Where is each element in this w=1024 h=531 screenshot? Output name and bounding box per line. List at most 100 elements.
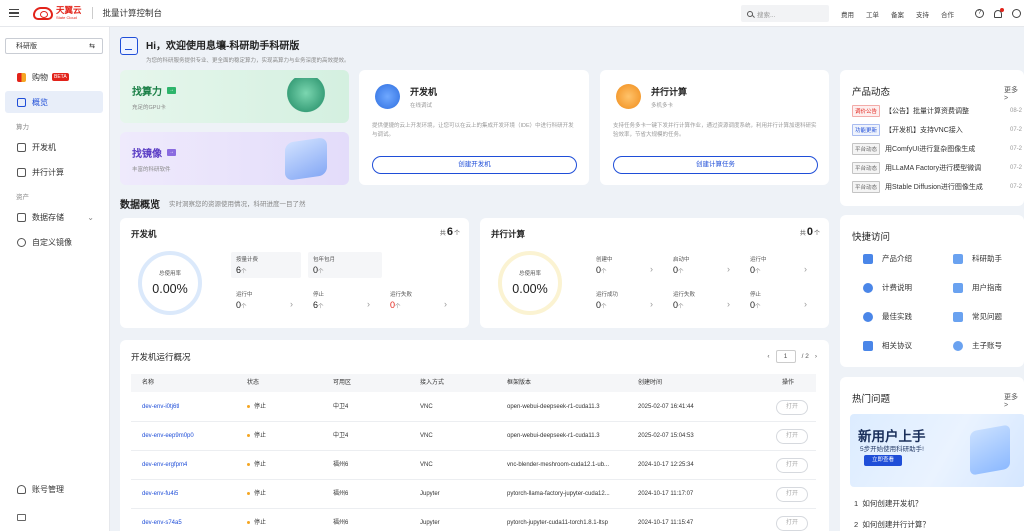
banner-title: 新用户上手	[858, 429, 926, 444]
collapse-sidebar-icon[interactable]	[17, 514, 26, 521]
open-button[interactable]: 打开	[776, 400, 808, 415]
stat-creating[interactable]: 创建中 0个 ›	[591, 252, 661, 278]
sidebar-item-shop[interactable]: 购物 BETA	[5, 66, 103, 88]
sidebar-item-parallel[interactable]: 并行计算	[5, 161, 103, 183]
next-page-icon[interactable]: ›	[815, 353, 817, 360]
page-input[interactable]: 1	[775, 350, 796, 363]
top-nav-filing[interactable]: 备案	[891, 9, 904, 19]
help-icon[interactable]: ?	[975, 9, 984, 18]
menu-icon[interactable]	[9, 9, 19, 17]
faq-item[interactable]: 2 如何创建并行计算？	[854, 519, 930, 530]
billing-icon	[863, 282, 873, 293]
access-cell: VNC	[420, 433, 433, 439]
framework-cell: pytorch-llama-factory-jupyter-cuda12...	[507, 491, 610, 497]
region-select[interactable]: 科研版 ⇆	[5, 38, 103, 54]
create-task-button[interactable]: 创建计算任务	[613, 156, 818, 174]
news-item[interactable]: 调价公告 【公告】批量计算资费调整 08-2	[852, 104, 1024, 118]
news-item[interactable]: 平台动态 用ComfyUI进行复杂图像生成 07-2	[852, 142, 1024, 156]
sidebar-item-label: 购物	[32, 72, 48, 82]
doc-icon	[863, 253, 873, 264]
prev-page-icon[interactable]: ‹	[767, 353, 769, 360]
chevron-right-icon: ›	[367, 299, 370, 309]
logo[interactable]: 天翼云 State Cloud	[33, 6, 82, 20]
welcome-subtitle: 为您的科研服务提供专业、更全面的稳定算力，实现高算力与业务深度的高效提效。	[146, 58, 350, 64]
status-cell: 停止	[247, 480, 266, 509]
top-nav-fees[interactable]: 费用	[841, 9, 854, 19]
dev-name-link[interactable]: dev-env-i0tj6tl	[142, 393, 179, 422]
table-row: dev-env-fu4i5 停止 福州6 Jupyter pytorch-lla…	[131, 480, 816, 509]
open-button[interactable]: 打开	[776, 458, 808, 473]
stat-running[interactable]: 运行中 0个 ›	[231, 287, 301, 313]
news-item[interactable]: 平台动态 用LLaMA Factory进行模型微调 07-2	[852, 161, 1024, 175]
parallel-stats-card: 并行计算 共0个 总使用率 0.00% 创建中 0个 › 启动中 0个 › 运行…	[480, 218, 829, 328]
news-item[interactable]: 平台动态 用Stable Diffusion进行图像生成 07-2	[852, 180, 1024, 194]
news-date: 07-2	[1010, 184, 1023, 190]
create-dev-button[interactable]: 创建开发机	[372, 156, 577, 174]
quick-link-billing[interactable]: 计费说明	[863, 282, 912, 293]
quick-link-intro[interactable]: 产品介绍	[863, 253, 912, 264]
news-tag: 平台动态	[852, 143, 881, 155]
faq-item[interactable]: 1 如何创建开发机？	[854, 498, 922, 509]
faq-more-link[interactable]: 更多 >	[1004, 392, 1024, 409]
promo-title: 找镜像	[132, 149, 162, 160]
access-cell: Jupyter	[420, 491, 440, 497]
stat-running[interactable]: 运行中 0个 ›	[745, 252, 815, 278]
onboarding-banner[interactable]: 新用户上手 5步开始使用科研助手! 立即查看	[850, 414, 1024, 487]
bell-icon[interactable]	[994, 7, 1004, 18]
sidebar-item-devmachine[interactable]: 开发机	[5, 136, 103, 158]
account-icon	[17, 484, 26, 494]
ring-label: 总使用率	[518, 271, 541, 277]
sidebar-item-label: 自定义镜像	[32, 237, 72, 247]
col-status: 状态	[247, 380, 260, 386]
zone-cell: 福州6	[333, 520, 349, 526]
card-title: 并行计算	[491, 229, 526, 239]
dev-name-link[interactable]: dev-env-eep9m0p0	[142, 422, 194, 451]
stat-stopped[interactable]: 停止 0个 ›	[745, 287, 815, 313]
open-button[interactable]: 打开	[776, 429, 808, 444]
sidebar-item-storage[interactable]: 数据存储 ⌄	[5, 206, 103, 228]
promo-find-compute[interactable]: 找算力 → 充足的GPU卡	[120, 70, 349, 123]
quick-link-agreement[interactable]: 相关协议	[863, 340, 912, 351]
parallel-icon	[17, 167, 26, 177]
top-nav-partner[interactable]: 合作	[941, 9, 954, 19]
chevron-right-icon: ›	[444, 299, 447, 309]
stat-succeeded[interactable]: 运行成功 0个 ›	[591, 287, 661, 313]
banner-view-button[interactable]: 立即查看	[864, 455, 902, 466]
chevron-right-icon: ›	[727, 264, 730, 274]
open-button[interactable]: 打开	[776, 516, 808, 531]
stat-starting[interactable]: 启动中 0个 ›	[668, 252, 738, 278]
sidebar-item-account[interactable]: 账号管理	[5, 478, 103, 500]
overview-title: 数据概览	[120, 200, 160, 211]
stat-failed[interactable]: 运行失败 0个 ›	[385, 287, 455, 313]
promo-find-image[interactable]: 找镜像 → 丰富的科研软件	[120, 132, 349, 185]
access-cell: VNC	[420, 404, 433, 410]
quick-link-faq[interactable]: 常见问题	[953, 311, 1002, 322]
news-item[interactable]: 功能更新 【开发机】支持VNC接入 07-2	[852, 123, 1024, 137]
access-cell: Jupyter	[420, 520, 440, 526]
top-nav-support[interactable]: 支持	[916, 9, 929, 19]
news-more-link[interactable]: 更多 >	[1004, 85, 1024, 102]
quick-link-subaccount[interactable]: 主子账号	[953, 340, 1002, 351]
top-nav-tickets[interactable]: 工单	[866, 9, 879, 19]
created-cell: 2025-02-07 16:41:44	[638, 404, 694, 410]
status-cell: 停止	[247, 451, 266, 480]
sidebar-item-label: 开发机	[32, 142, 56, 152]
open-button[interactable]: 打开	[776, 487, 808, 502]
dev-name-link[interactable]: dev-env-ergfpm4	[142, 451, 187, 480]
agreement-icon	[863, 340, 873, 351]
sidebar-item-image[interactable]: 自定义镜像	[5, 231, 103, 253]
access-cell: VNC	[420, 462, 433, 468]
news-date: 07-2	[1010, 127, 1023, 133]
quick-link-assistant[interactable]: 科研助手	[953, 253, 1002, 264]
sidebar-item-overview[interactable]: 概览	[5, 91, 103, 113]
stat-stopped[interactable]: 停止 6个 ›	[308, 287, 378, 313]
user-icon[interactable]	[1012, 9, 1021, 18]
quick-link-guide[interactable]: 用户指南	[953, 282, 1002, 293]
search-input[interactable]: 搜索...	[741, 5, 829, 22]
dev-name-link[interactable]: dev-env-s74a5	[142, 509, 182, 531]
sidebar: 科研版 ⇆ 购物 BETA 概览 算力 开发机 并行计算 资产 数据存储 ⌄ 自…	[0, 27, 110, 531]
quick-link-practice[interactable]: 最佳实践	[863, 311, 912, 322]
page-total: / 2	[801, 353, 809, 360]
dev-name-link[interactable]: dev-env-fu4i5	[142, 480, 178, 509]
stat-failed[interactable]: 运行失败 0个 ›	[668, 287, 738, 313]
